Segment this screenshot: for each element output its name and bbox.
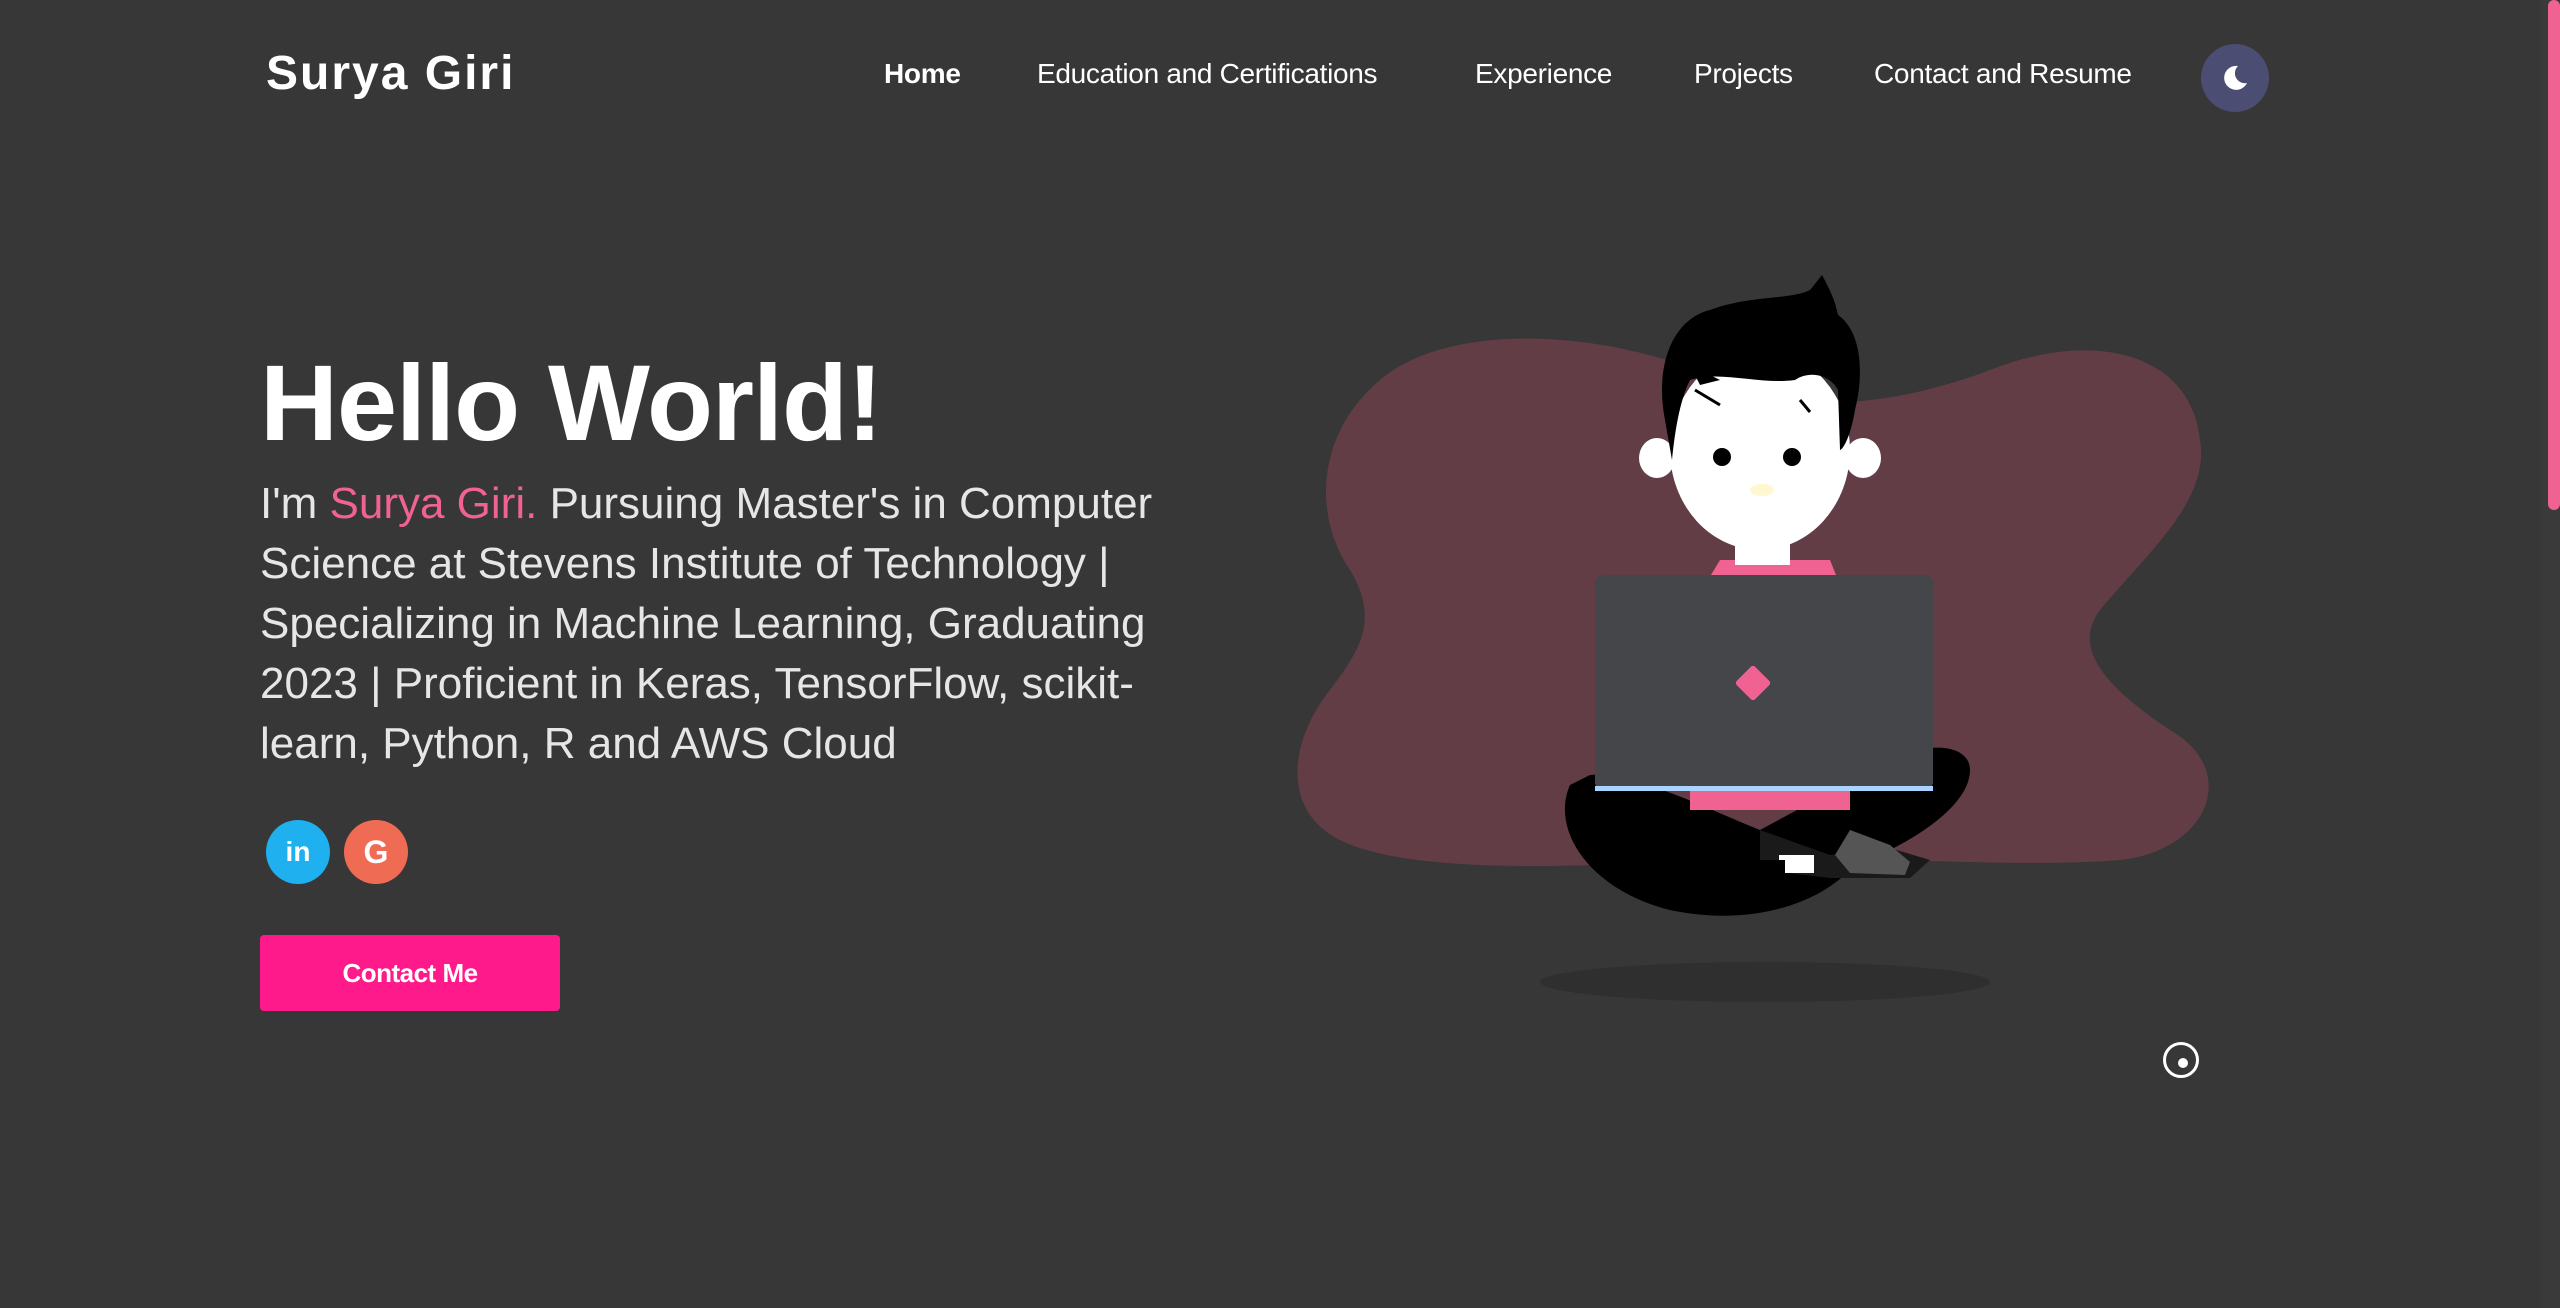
linkedin-icon: in (285, 836, 311, 867)
nav-experience[interactable]: Experience (1475, 58, 1612, 90)
contact-me-button[interactable]: Contact Me (260, 935, 560, 1011)
developer-laptop-illustration (1297, 275, 2209, 1002)
google-icon: G (363, 833, 389, 870)
nav-projects[interactable]: Projects (1694, 58, 1793, 90)
linkedin-button[interactable]: in (266, 820, 330, 884)
hero-name: Surya Giri. (329, 479, 538, 528)
nav-contact-resume[interactable]: Contact and Resume (1874, 58, 2132, 90)
scroll-dot (2178, 1058, 2188, 1068)
intro-prefix: I'm (260, 479, 330, 528)
hero-description: I'm Surya Giri. Pursuing Master's in Com… (260, 474, 1240, 774)
moon-icon (2224, 65, 2247, 90)
hero-title: Hello World! (260, 342, 883, 463)
site-logo[interactable]: Surya Giri (266, 46, 515, 101)
theme-toggle-button[interactable] (2201, 44, 2269, 112)
scrollbar-thumb[interactable] (2548, 0, 2560, 510)
page: Surya Giri Home Education and Certificat… (0, 0, 2560, 1308)
scroll-down-indicator[interactable] (2163, 1042, 2199, 1078)
google-button[interactable]: G (344, 820, 408, 884)
nav-home[interactable]: Home (884, 58, 961, 90)
site-header: Surya Giri Home Education and Certificat… (0, 0, 2540, 155)
floor-shadow (1540, 962, 1990, 1002)
nav-education[interactable]: Education and Certifications (1037, 58, 1378, 90)
page-scrollbar[interactable] (2540, 0, 2560, 1308)
